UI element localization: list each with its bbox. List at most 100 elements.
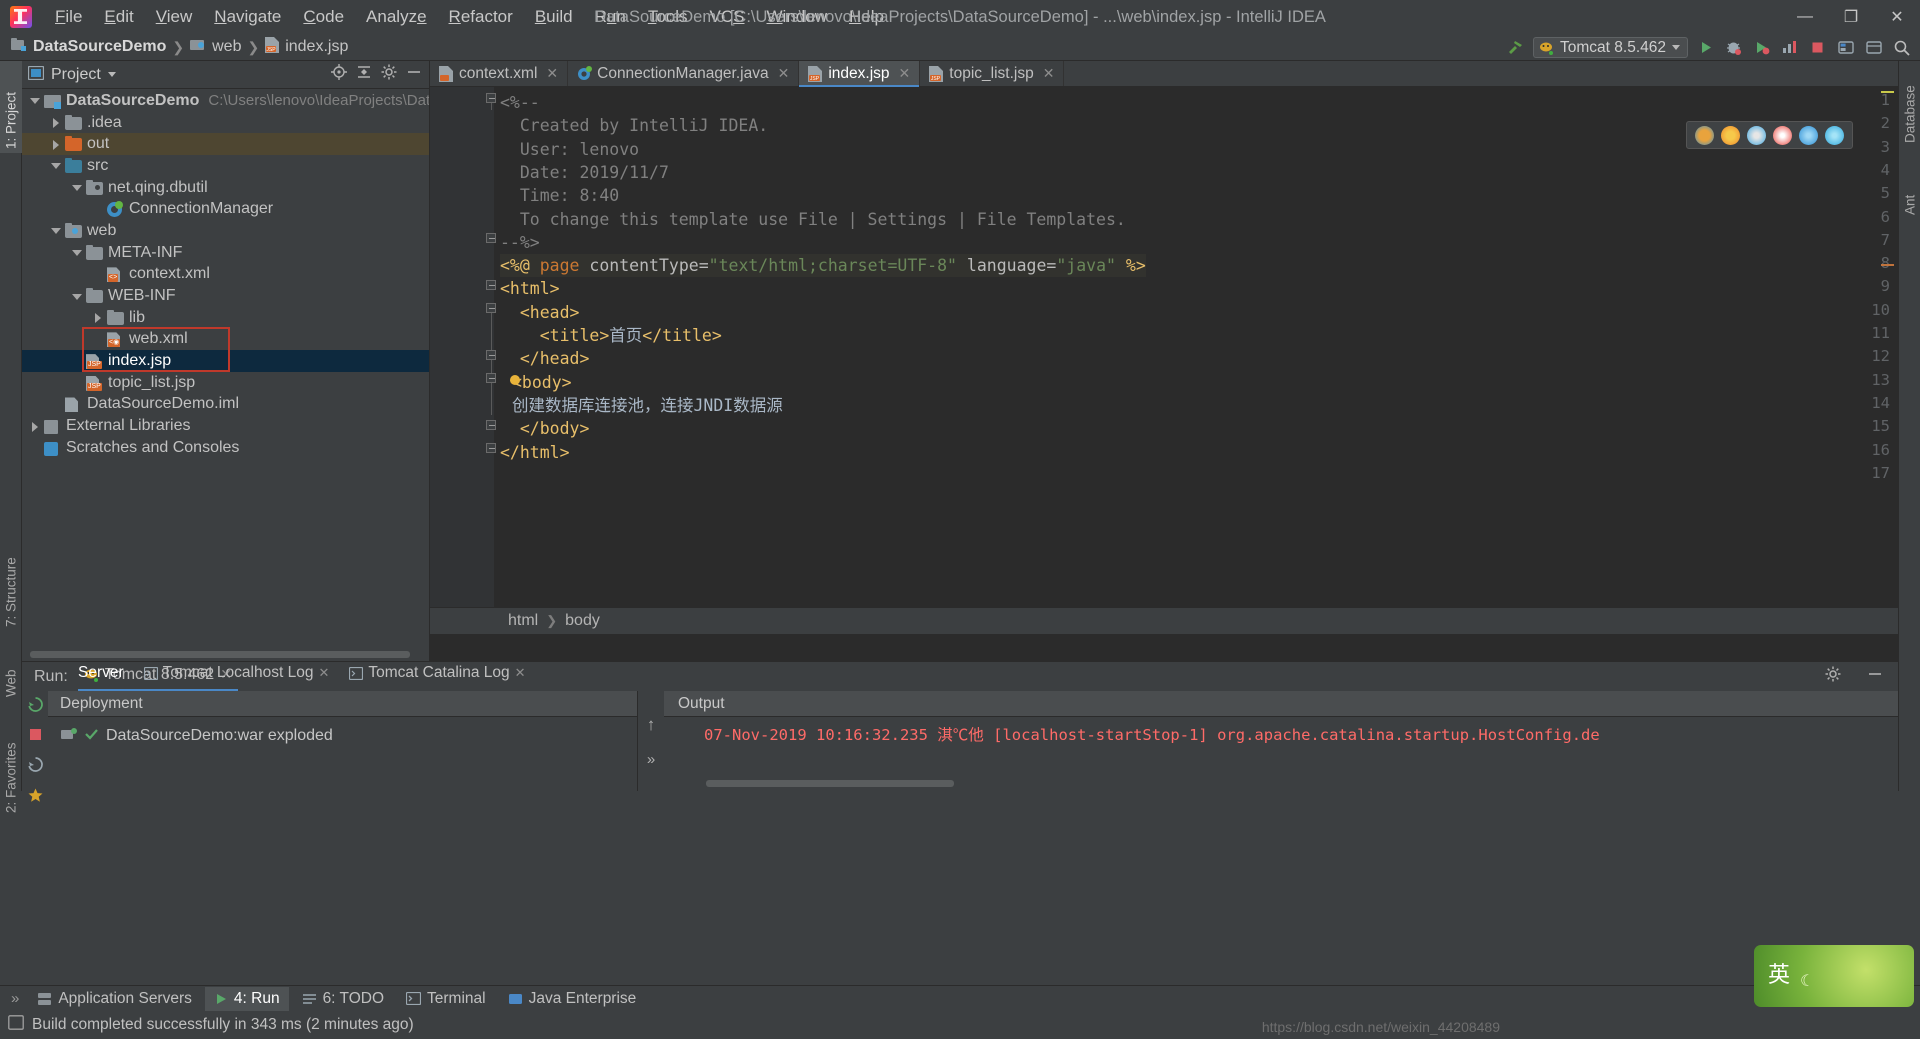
stop-icon[interactable] [28, 727, 43, 747]
stop-button[interactable] [1807, 37, 1828, 58]
update-app-button[interactable] [1835, 37, 1856, 58]
edge-icon[interactable] [1825, 125, 1844, 145]
bottom-tab-run[interactable]: 4: Run [204, 986, 289, 1011]
fold-marker-7[interactable] [486, 233, 497, 244]
menu-item-build[interactable]: Build [524, 5, 584, 29]
marker-warning-stripe[interactable] [1881, 91, 1894, 93]
breadcrumb-item-web[interactable]: web [187, 37, 244, 57]
breadcrumb-item-datasourcedemo[interactable]: DataSourceDemo [8, 37, 169, 57]
sidebar-item-database[interactable]: Database [1899, 65, 1920, 147]
run-subtab-localhost-log[interactable]: Tomcat Localhost Log ✕ [140, 662, 334, 684]
close-icon[interactable]: ✕ [1043, 65, 1055, 82]
chevron-down-icon[interactable] [51, 225, 62, 236]
chevron-down-icon[interactable] [72, 291, 83, 302]
menu-item-navigate[interactable]: Navigate [203, 5, 292, 29]
edge-legacy-icon[interactable] [1799, 125, 1818, 145]
collapse-all-icon[interactable] [355, 63, 373, 86]
restart-server-icon[interactable] [27, 756, 44, 778]
tree-node-meta-inf[interactable]: META-INF [22, 242, 429, 264]
breadcrumb-body[interactable]: body [565, 612, 600, 630]
chevron-right-icon[interactable] [51, 117, 62, 128]
safari-icon[interactable] [1747, 125, 1766, 145]
output-horizontal-scrollbar[interactable] [706, 780, 954, 787]
deployment-row[interactable]: DataSourceDemo:war exploded [48, 723, 637, 749]
chrome-icon[interactable] [1695, 125, 1714, 145]
chevron-down-icon[interactable] [51, 160, 62, 171]
breadcrumb-item-index-jsp[interactable]: JSP index.jsp [262, 36, 351, 58]
menu-item-refactor[interactable]: Refactor [438, 5, 524, 29]
tree-node-datasourcedemo[interactable]: DataSourceDemo C:\Users\lenovo\IdeaProjec… [22, 90, 429, 112]
fold-marker-16[interactable] [486, 443, 497, 454]
rerun-icon[interactable] [27, 696, 44, 718]
bottom-tab-terminal[interactable]: Terminal [397, 987, 495, 1011]
fold-marker-12[interactable] [486, 350, 497, 361]
firefox-icon[interactable] [1721, 125, 1740, 145]
maximize-button[interactable]: ❐ [1828, 0, 1874, 34]
sidebar-item-ant[interactable]: Ant [1899, 171, 1920, 219]
tree-node-net-qing-dbutil[interactable]: net.qing.dbutil [22, 177, 429, 199]
bottom-tab-java-enterprise[interactable]: Java Enterprise [499, 987, 646, 1011]
settings-gear-icon[interactable] [380, 63, 398, 86]
debug-button[interactable] [1723, 37, 1744, 58]
fold-marker-13[interactable] [486, 373, 497, 384]
tree-node-context-xml[interactable]: <> context.xml [22, 264, 429, 286]
run-subtab-catalina-log[interactable]: Tomcat Catalina Log ✕ [345, 662, 529, 684]
chevron-down-icon[interactable] [72, 182, 83, 193]
ime-language-widget[interactable]: 英 ☾ [1754, 945, 1914, 1007]
chevron-right-icon[interactable] [93, 312, 104, 323]
menu-item-view[interactable]: View [145, 5, 204, 29]
fold-marker-15[interactable] [486, 420, 497, 431]
code-editor[interactable]: 1234567891011121314151617 <%-- Created b… [430, 87, 1898, 634]
search-everywhere-icon[interactable] [1891, 37, 1912, 58]
chevron-down-icon[interactable] [107, 72, 116, 77]
close-icon[interactable]: ✕ [899, 65, 911, 82]
settings-gear-icon[interactable] [1824, 665, 1842, 688]
chevron-down-icon[interactable] [30, 95, 41, 106]
sidebar-item-web[interactable]: Web [0, 643, 22, 701]
tree-node-topic_list-jsp[interactable]: JSP topic_list.jsp [22, 372, 429, 394]
menu-item-code[interactable]: Code [292, 5, 355, 29]
browser-preview-popup[interactable] [1686, 121, 1853, 149]
locate-target-icon[interactable] [330, 63, 348, 86]
chevron-right-icon[interactable] [51, 139, 62, 150]
sidebar-item-structure[interactable]: 7: Structure [0, 521, 22, 631]
editor-tab-connectionmanager-java[interactable]: ConnectionManager.java ✕ [568, 61, 800, 86]
tree-node-lib[interactable]: lib [22, 307, 429, 329]
menu-item-analyze[interactable]: Analyze [355, 5, 438, 29]
tree-node-index-jsp[interactable]: JSP index.jsp [22, 350, 429, 372]
bottom-tab-application-servers[interactable]: Application Servers [28, 987, 201, 1011]
build-hammer-icon[interactable] [1505, 37, 1526, 58]
close-icon[interactable]: ✕ [515, 665, 526, 681]
favorites-star-icon[interactable] [27, 787, 44, 809]
tree-node-scratches-and-consoles[interactable]: Scratches and Consoles [22, 437, 429, 459]
menu-item-edit[interactable]: Edit [93, 5, 144, 29]
scroll-up-arrow-icon[interactable]: ↑ [647, 715, 656, 735]
chevron-down-icon[interactable] [72, 247, 83, 258]
opera-icon[interactable] [1773, 125, 1792, 145]
run-configuration-selector[interactable]: Tomcat 8.5.462 [1533, 37, 1688, 58]
hide-panel-icon[interactable] [1866, 665, 1884, 688]
minimize-button[interactable]: — [1782, 0, 1828, 34]
expand-tabs-icon[interactable]: » [6, 990, 24, 1007]
project-horizontal-scrollbar[interactable] [30, 651, 410, 658]
tree-node-external-libraries[interactable]: External Libraries [22, 415, 429, 437]
profile-button[interactable] [1779, 37, 1800, 58]
tree-node-src[interactable]: src [22, 155, 429, 177]
sidebar-item-favorites[interactable]: 2: Favorites [0, 709, 22, 817]
tree-node-connectionmanager[interactable]: ConnectionManager [22, 198, 429, 220]
fold-marker-10[interactable] [486, 303, 497, 314]
close-icon[interactable]: ✕ [546, 65, 558, 82]
expand-arrows-icon[interactable]: » [647, 751, 655, 768]
tree-node--idea[interactable]: .idea [22, 112, 429, 134]
tree-node-web[interactable]: web [22, 220, 429, 242]
editor-gutter[interactable] [430, 87, 494, 634]
breadcrumb-html[interactable]: html [508, 612, 538, 630]
hide-panel-icon[interactable] [405, 63, 423, 86]
editor-tab-index-jsp[interactable]: JSP index.jsp ✕ [799, 61, 921, 87]
bottom-tab-todo[interactable]: 6: TODO [293, 987, 393, 1011]
tree-node-out[interactable]: out [22, 133, 429, 156]
close-icon[interactable]: ✕ [778, 65, 790, 82]
editor-tab-context-xml[interactable]: context.xml ✕ [430, 61, 569, 86]
menu-item-file[interactable]: File [44, 5, 93, 29]
close-button[interactable]: ✕ [1874, 0, 1920, 34]
